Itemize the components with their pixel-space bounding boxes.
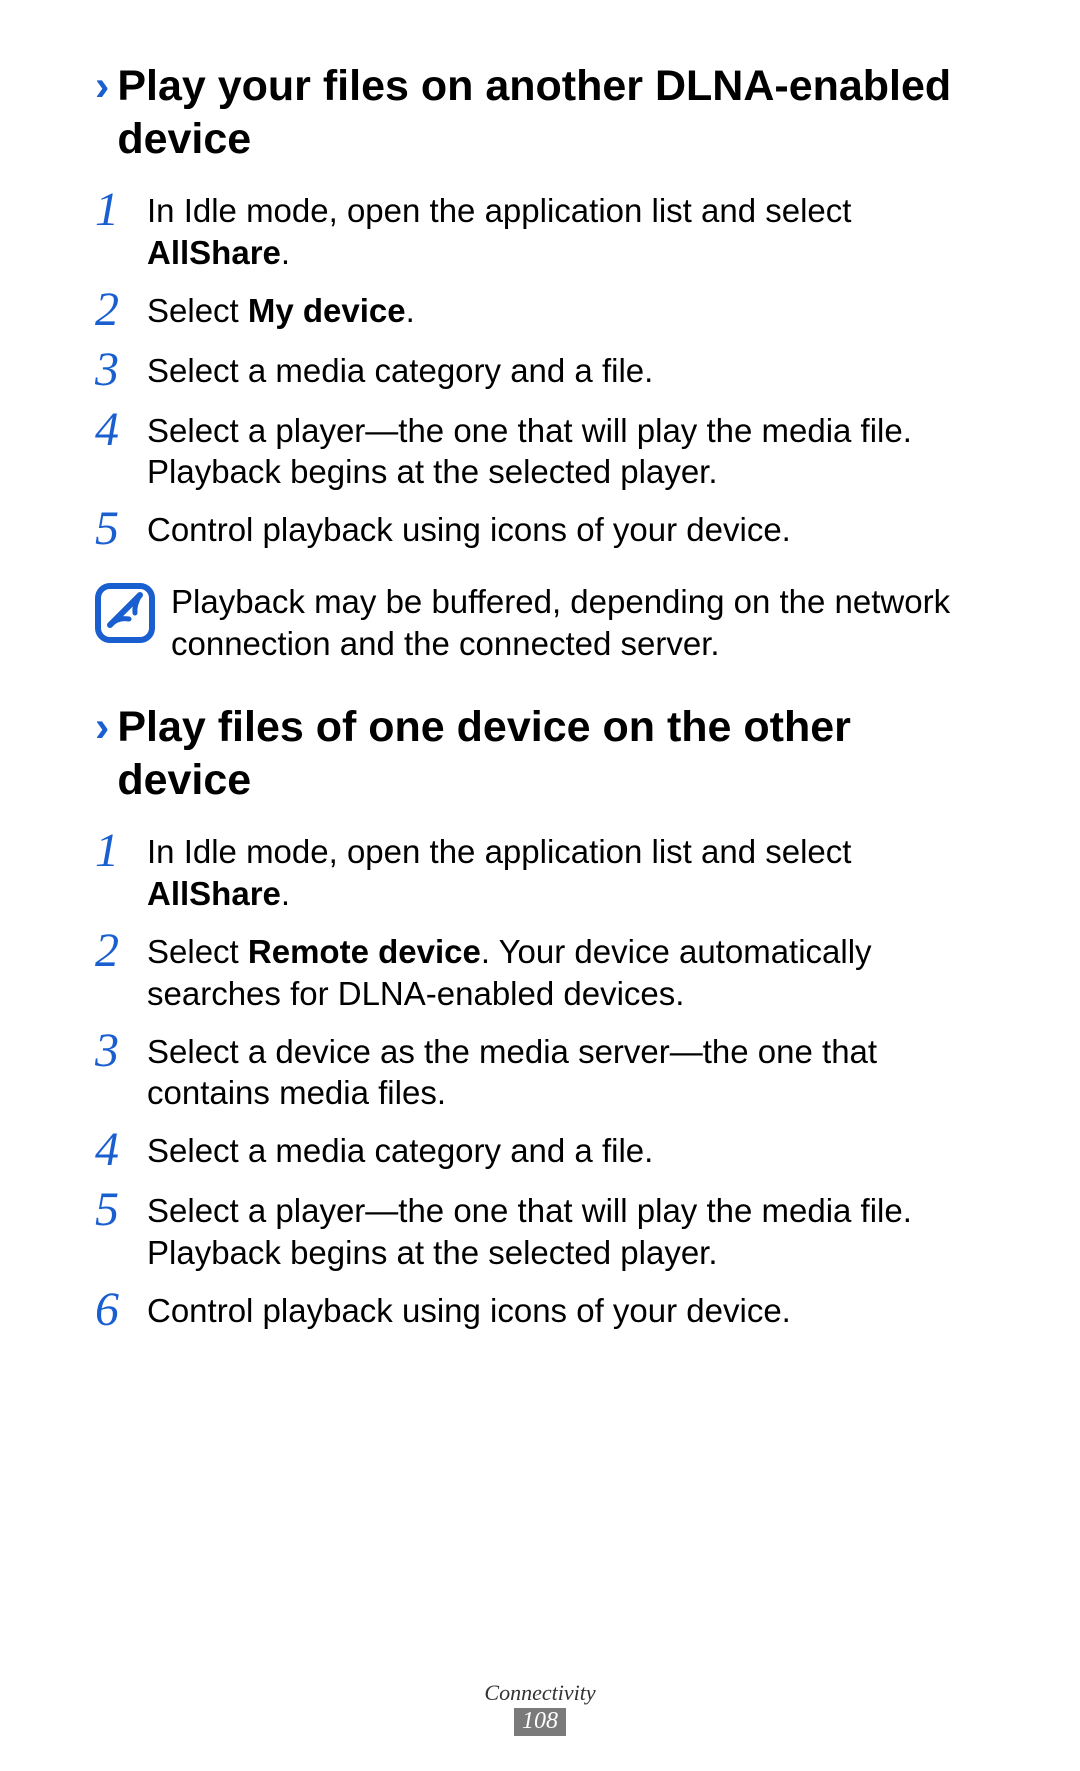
step-text: Select a player—the one that will play t…	[147, 406, 985, 494]
chevron-icon: ›	[95, 60, 109, 113]
step-text: In Idle mode, open the application list …	[147, 827, 985, 915]
step-text: In Idle mode, open the application list …	[147, 186, 985, 274]
step-number: 1	[95, 827, 147, 875]
step-text: Control playback using icons of your dev…	[147, 505, 985, 551]
note-icon	[95, 583, 155, 643]
heading-text: Play files of one device on the other de…	[117, 701, 985, 807]
note-box: Playback may be buffered, depending on t…	[95, 581, 985, 665]
steps-list-1: 1 In Idle mode, open the application lis…	[95, 186, 985, 554]
step-number: 5	[95, 505, 147, 553]
step-text: Select a device as the media server—the …	[147, 1027, 985, 1115]
step-item: 3 Select a media category and a file.	[95, 346, 985, 394]
step-number: 6	[95, 1286, 147, 1334]
step-number: 4	[95, 406, 147, 454]
step-number: 3	[95, 1027, 147, 1075]
step-item: 1 In Idle mode, open the application lis…	[95, 186, 985, 274]
chevron-icon: ›	[95, 701, 109, 754]
step-item: 4 Select a player—the one that will play…	[95, 406, 985, 494]
heading-text: Play your files on another DLNA-enabled …	[117, 60, 985, 166]
footer-section-name: Connectivity	[0, 1680, 1080, 1706]
step-number: 1	[95, 186, 147, 234]
step-number: 5	[95, 1186, 147, 1234]
step-item: 5 Select a player—the one that will play…	[95, 1186, 985, 1274]
step-text: Select Remote device. Your device automa…	[147, 927, 985, 1015]
step-item: 1 In Idle mode, open the application lis…	[95, 827, 985, 915]
step-text: Select My device.	[147, 286, 985, 332]
step-number: 4	[95, 1126, 147, 1174]
page-footer: Connectivity 108	[0, 1680, 1080, 1736]
step-text: Select a media category and a file.	[147, 346, 985, 392]
step-item: 2 Select My device.	[95, 286, 985, 334]
step-item: 4 Select a media category and a file.	[95, 1126, 985, 1174]
step-text: Control playback using icons of your dev…	[147, 1286, 985, 1332]
page-number: 108	[514, 1708, 566, 1736]
manual-page: › Play your files on another DLNA-enable…	[0, 0, 1080, 1771]
step-text: Select a media category and a file.	[147, 1126, 985, 1172]
heading-play-files-other-device: › Play files of one device on the other …	[95, 701, 985, 807]
note-text: Playback may be buffered, depending on t…	[171, 581, 985, 665]
step-item: 6 Control playback using icons of your d…	[95, 1286, 985, 1334]
step-item: 5 Control playback using icons of your d…	[95, 505, 985, 553]
step-item: 3 Select a device as the media server—th…	[95, 1027, 985, 1115]
steps-list-2: 1 In Idle mode, open the application lis…	[95, 827, 985, 1334]
heading-play-your-files: › Play your files on another DLNA-enable…	[95, 60, 985, 166]
step-number: 2	[95, 286, 147, 334]
step-item: 2 Select Remote device. Your device auto…	[95, 927, 985, 1015]
step-text: Select a player—the one that will play t…	[147, 1186, 985, 1274]
step-number: 2	[95, 927, 147, 975]
step-number: 3	[95, 346, 147, 394]
